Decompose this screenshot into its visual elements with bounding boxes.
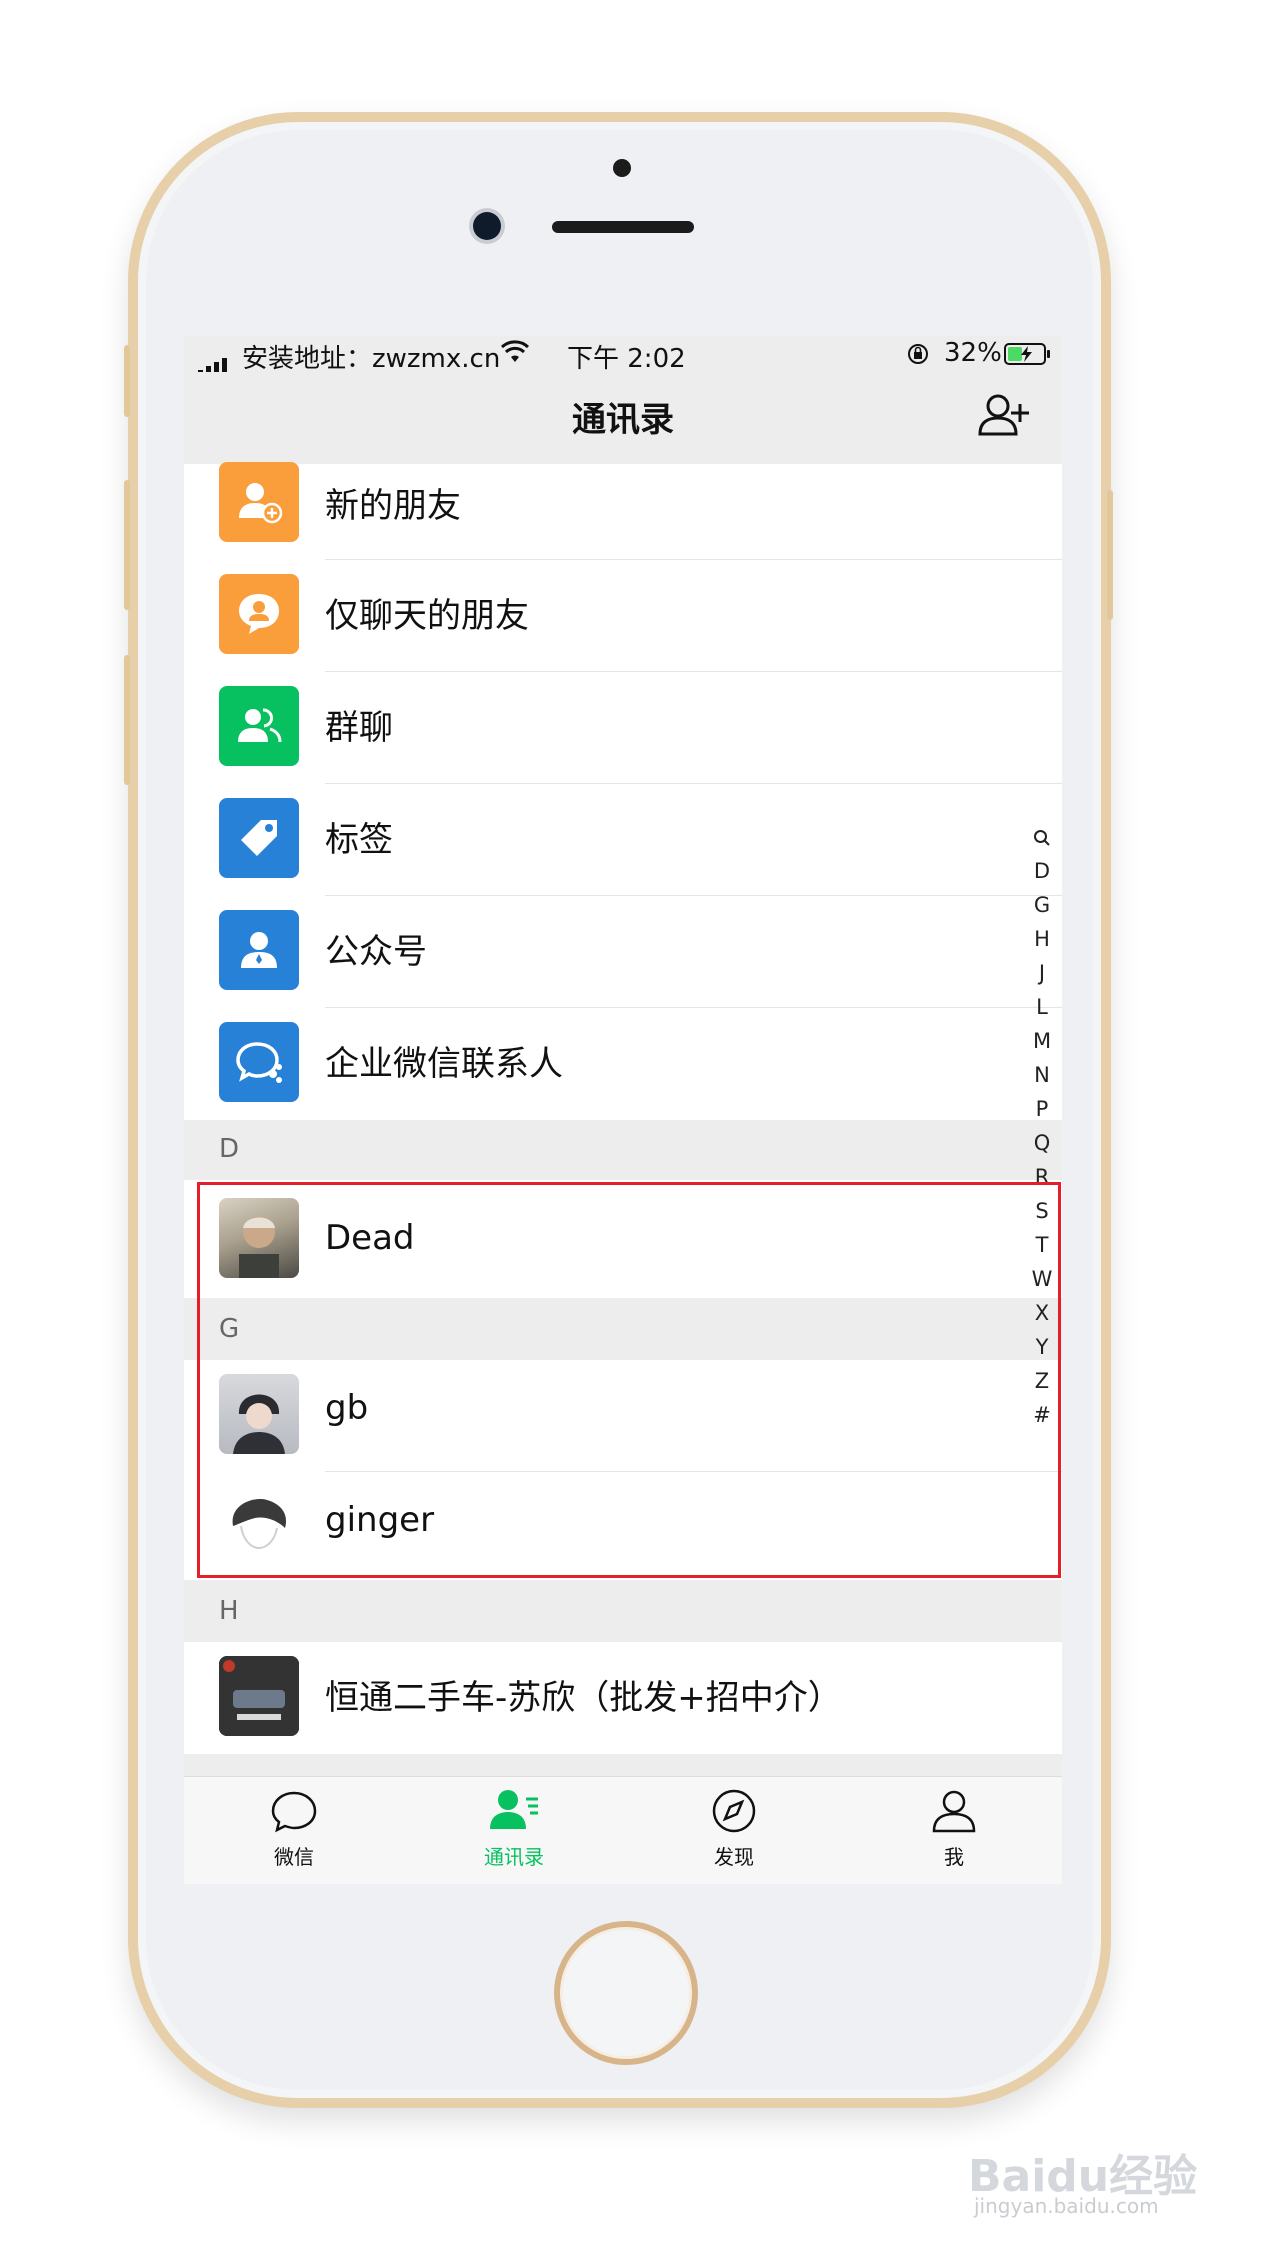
menu-item-tags[interactable]: 标签 <box>184 784 1062 896</box>
front-camera <box>473 212 501 240</box>
index-search-icon[interactable] <box>1024 820 1060 854</box>
contacts-icon <box>490 1790 538 1829</box>
tag-icon <box>219 798 299 878</box>
contact-name: Dead <box>325 1218 415 1258</box>
index-letter[interactable]: P <box>1024 1092 1060 1126</box>
contact-row-hengtong[interactable]: 恒通二手车-苏欣（批发+招中介） <box>184 1642 1062 1754</box>
index-letter[interactable]: J <box>1024 956 1060 990</box>
section-letter: G <box>219 1314 240 1344</box>
index-letter[interactable]: S <box>1024 1194 1060 1228</box>
power-button <box>1107 490 1113 620</box>
index-letter[interactable]: L <box>1024 990 1060 1024</box>
menu-item-label: 标签 <box>325 820 393 860</box>
official-account-icon <box>219 910 299 990</box>
new-friend-icon <box>219 462 299 542</box>
add-friend-icon[interactable] <box>976 390 1032 440</box>
work-contacts-icon <box>219 1022 299 1102</box>
clock: 下午 2:02 <box>567 344 686 374</box>
group-chat-icon <box>219 686 299 766</box>
battery-percent: 32% <box>944 338 1002 368</box>
index-letter[interactable]: Y <box>1024 1330 1060 1364</box>
tab-contacts[interactable]: 通讯录 <box>404 1785 624 1870</box>
tab-me[interactable]: 我 <box>844 1785 1062 1870</box>
tab-label: 发现 <box>714 1845 754 1869</box>
menu-item-label: 公众号 <box>325 932 427 972</box>
contact-row-dead[interactable]: Dead <box>184 1180 1062 1298</box>
menu-item-new-friends[interactable]: 新的朋友 <box>184 462 1062 560</box>
contact-row-ginger[interactable]: ginger <box>184 1472 1062 1580</box>
contact-name: ginger <box>325 1500 435 1540</box>
battery-icon <box>1004 343 1050 365</box>
index-letter[interactable]: G <box>1024 888 1060 922</box>
proximity-sensor <box>613 159 631 177</box>
menu-item-label: 企业微信联系人 <box>325 1044 563 1084</box>
earpiece-speaker <box>552 221 694 233</box>
menu-item-label: 仅聊天的朋友 <box>325 596 529 636</box>
index-letter[interactable]: H <box>1024 922 1060 956</box>
contact-name: 恒通二手车-苏欣（批发+招中介） <box>325 1678 842 1718</box>
baidu-watermark: Baidu经验 jingyan.baidu.com <box>968 2140 1208 2220</box>
section-header-g: G <box>184 1298 1062 1360</box>
wifi-icon <box>500 340 530 362</box>
tab-label: 我 <box>944 1845 964 1869</box>
contact-list: 新的朋友 仅聊天的朋友 群聊 标签 公众号 企业微信联系人 D Dead G g… <box>184 462 1062 1754</box>
index-letter[interactable]: W <box>1024 1262 1060 1296</box>
index-letter[interactable]: T <box>1024 1228 1060 1262</box>
contact-name: gb <box>325 1388 369 1428</box>
menu-item-official-accounts[interactable]: 公众号 <box>184 896 1062 1008</box>
avatar <box>219 1486 299 1566</box>
avatar <box>219 1656 299 1736</box>
section-header-d: D <box>184 1120 1062 1180</box>
page-title: 通讯录 <box>572 400 674 440</box>
index-letter[interactable]: Z <box>1024 1364 1060 1398</box>
section-letter: H <box>219 1596 239 1626</box>
volume-up-button <box>124 480 130 610</box>
avatar <box>219 1374 299 1454</box>
index-letter[interactable]: N <box>1024 1058 1060 1092</box>
menu-item-label: 新的朋友 <box>325 486 461 526</box>
index-letter[interactable]: Q <box>1024 1126 1060 1160</box>
index-letter[interactable]: M <box>1024 1024 1060 1058</box>
tab-discover[interactable]: 发现 <box>624 1785 844 1870</box>
carrier-text: 安装地址：zwzmx.cn <box>242 344 501 374</box>
person-icon <box>932 1790 976 1833</box>
volume-down-button <box>124 655 130 785</box>
compass-icon <box>712 1789 756 1833</box>
chat-only-icon <box>219 574 299 654</box>
menu-item-work-contacts[interactable]: 企业微信联系人 <box>184 1008 1062 1120</box>
nav-bar: 通讯录 <box>184 372 1062 464</box>
chat-bubble-icon <box>271 1791 317 1833</box>
menu-item-chat-only-friends[interactable]: 仅聊天的朋友 <box>184 560 1062 672</box>
contact-row-gb[interactable]: gb <box>184 1360 1062 1472</box>
rotation-lock-icon <box>908 344 928 364</box>
tab-bar: 微信 通讯录 发现 我 <box>184 1776 1062 1884</box>
section-letter: D <box>219 1134 240 1164</box>
tab-chats[interactable]: 微信 <box>184 1785 404 1870</box>
status-bar: 安装地址：zwzmx.cn 下午 2:02 32% <box>184 336 1062 376</box>
index-letter[interactable]: R <box>1024 1160 1060 1194</box>
section-header-h: H <box>184 1580 1062 1642</box>
avatar <box>219 1198 299 1278</box>
alphabet-index[interactable]: D G H J L M N P Q R S T W X Y Z # <box>1024 820 1060 1432</box>
index-letter[interactable]: D <box>1024 854 1060 888</box>
home-button[interactable] <box>554 1921 698 2065</box>
menu-item-group-chats[interactable]: 群聊 <box>184 672 1062 784</box>
watermark-url: jingyan.baidu.com <box>974 2194 1159 2218</box>
tab-label: 微信 <box>274 1845 314 1869</box>
index-letter[interactable]: X <box>1024 1296 1060 1330</box>
screen: 安装地址：zwzmx.cn 下午 2:02 32% 通讯录 新的朋友 仅聊天的朋… <box>184 336 1062 1884</box>
mute-switch <box>124 345 130 417</box>
index-letter[interactable]: # <box>1024 1398 1060 1432</box>
tab-label: 通讯录 <box>484 1845 544 1869</box>
menu-item-label: 群聊 <box>325 708 393 748</box>
